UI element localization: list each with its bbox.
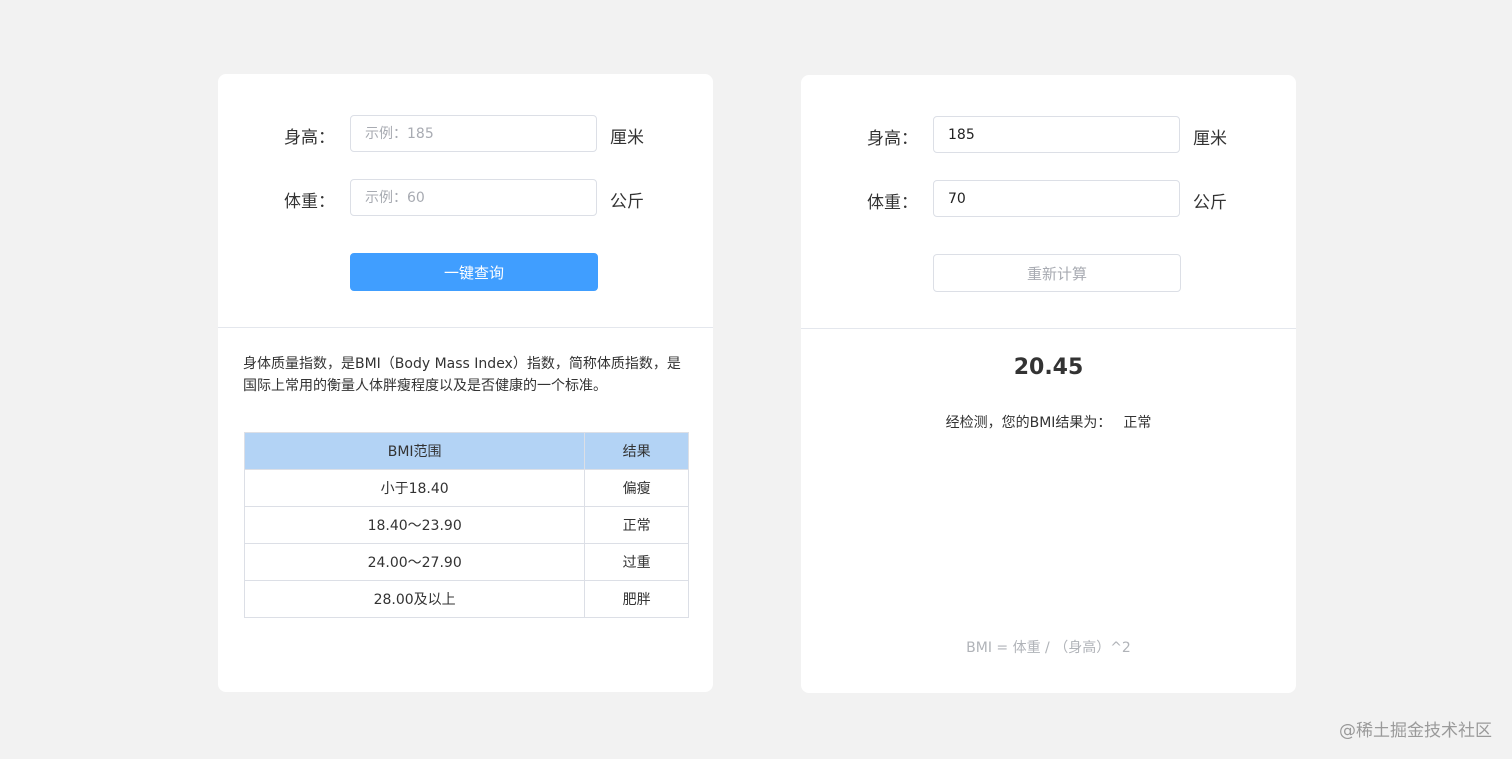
height-unit: 厘米 bbox=[1193, 129, 1227, 149]
bmi-query-card: 身高： 厘米 体重： 公斤 一键查询 身体质量指数，是BMI（Body Mass… bbox=[218, 74, 713, 692]
table-row: 18.40～23.90 正常 bbox=[243, 506, 689, 544]
height-row: 身高： 厘米 bbox=[218, 115, 713, 153]
section-divider bbox=[218, 327, 713, 328]
height-label: 身高： bbox=[284, 128, 335, 148]
height-unit: 厘米 bbox=[610, 128, 644, 148]
height-label: 身高： bbox=[867, 129, 918, 149]
table-cell-range: 18.40～23.90 bbox=[243, 506, 586, 544]
weight-unit: 公斤 bbox=[610, 192, 644, 212]
table-cell-range: 24.00～27.90 bbox=[243, 543, 586, 581]
weight-unit: 公斤 bbox=[1193, 193, 1227, 213]
bmi-result-label: 经检测，您的BMI结果为： bbox=[945, 415, 1112, 431]
table-row: 24.00～27.90 过重 bbox=[243, 543, 689, 581]
section-divider bbox=[801, 328, 1296, 329]
weight-label: 体重： bbox=[867, 193, 918, 213]
table-header-range: BMI范围 bbox=[243, 432, 586, 470]
bmi-result-line: 经检测，您的BMI结果为： 正常 bbox=[801, 412, 1296, 432]
height-input[interactable] bbox=[350, 115, 597, 152]
table-row: 28.00及以上 肥胖 bbox=[243, 580, 689, 618]
query-button[interactable]: 一键查询 bbox=[350, 253, 598, 291]
weight-input[interactable] bbox=[350, 179, 597, 216]
bmi-description: 身体质量指数，是BMI（Body Mass Index）指数，简称体质指数，是国… bbox=[243, 356, 681, 394]
bmi-result-value: 正常 bbox=[1123, 415, 1152, 431]
table-cell-result: 偏瘦 bbox=[584, 469, 689, 507]
bmi-value: 20.45 bbox=[1013, 355, 1084, 380]
height-row: 身高： 厘米 bbox=[801, 116, 1296, 154]
bmi-range-table: BMI范围 结果 小于18.40 偏瘦 18.40～23.90 正常 24.00… bbox=[243, 432, 689, 618]
weight-input[interactable] bbox=[933, 180, 1180, 217]
recalculate-button[interactable]: 重新计算 bbox=[933, 254, 1181, 292]
watermark: @稀土掘金技术社区 bbox=[1339, 721, 1492, 741]
weight-row: 体重： 公斤 bbox=[218, 179, 713, 217]
weight-label: 体重： bbox=[284, 192, 335, 212]
height-input[interactable] bbox=[933, 116, 1180, 153]
bmi-formula: BMI = 体重 / （身高）^2 bbox=[966, 640, 1131, 656]
table-cell-range: 28.00及以上 bbox=[243, 580, 586, 618]
table-header-result: 结果 bbox=[584, 432, 689, 470]
table-cell-result: 过重 bbox=[584, 543, 689, 581]
weight-row: 体重： 公斤 bbox=[801, 180, 1296, 218]
bmi-result-card: 身高： 厘米 体重： 公斤 重新计算 20.45 经检测，您的BMI结果为： 正常… bbox=[801, 75, 1296, 693]
table-row: 小于18.40 偏瘦 bbox=[243, 469, 689, 507]
table-cell-range: 小于18.40 bbox=[243, 469, 586, 507]
table-cell-result: 正常 bbox=[584, 506, 689, 544]
table-header-row: BMI范围 结果 bbox=[243, 432, 689, 470]
table-cell-result: 肥胖 bbox=[584, 580, 689, 618]
